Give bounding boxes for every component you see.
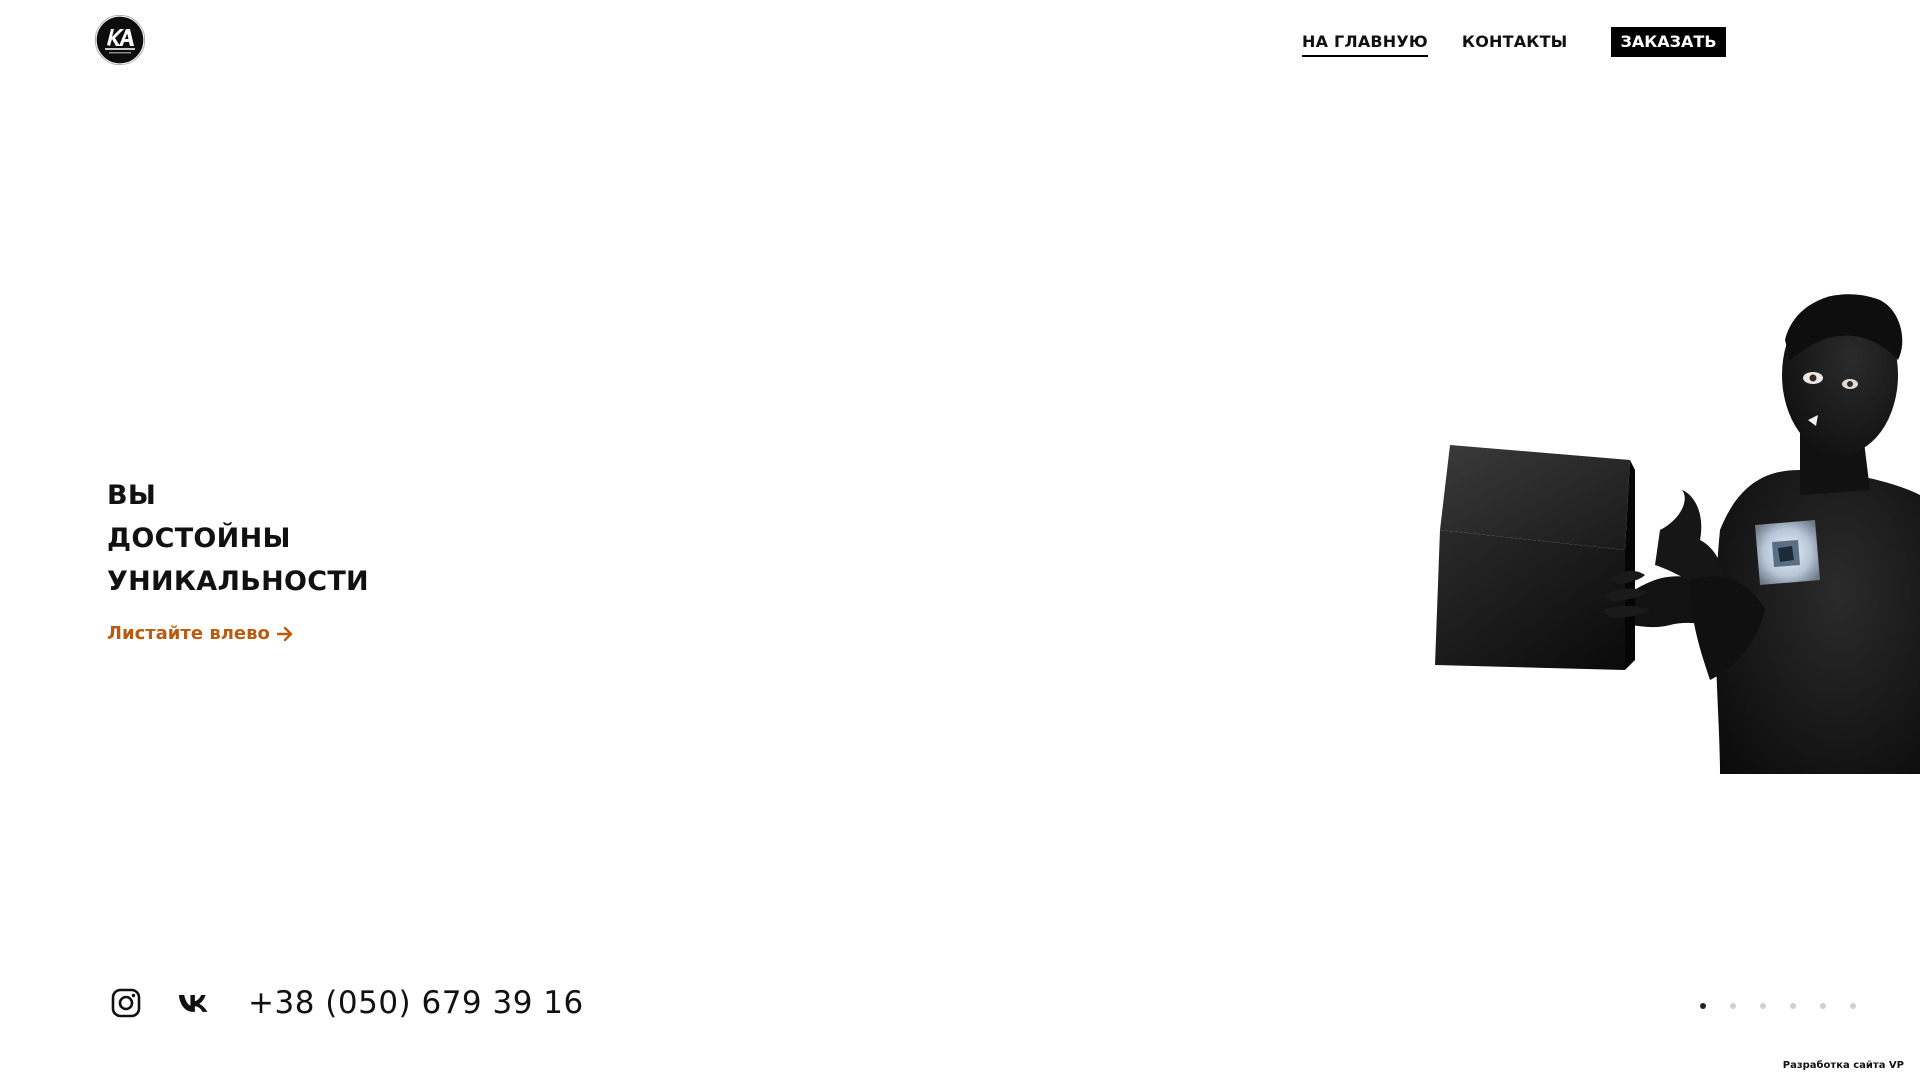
scroll-hint-label: Листайте влево [107,623,270,644]
nav-contacts-link[interactable]: КОНТАКТЫ [1462,29,1568,55]
order-button[interactable]: ЗАКАЗАТЬ [1611,27,1726,57]
slider-pagination [1700,1003,1856,1009]
logo-mark-icon [95,15,145,65]
phone-link[interactable]: +38 (050) 679 39 16 [248,985,584,1021]
slider-dot[interactable] [1730,1003,1736,1009]
nav-home-link[interactable]: НА ГЛАВНУЮ [1302,29,1428,57]
hero-line-2: ДОСТОЙНЫ [107,523,291,554]
arrow-right-icon [276,626,294,642]
slider-dot[interactable] [1790,1003,1796,1009]
developer-credit-link[interactable]: Разработка сайта VP [1783,1060,1904,1071]
hero-photo [1420,280,1920,774]
logo[interactable] [95,15,145,65]
slider-dot[interactable] [1820,1003,1826,1009]
scroll-hint-link[interactable]: Листайте влево [107,623,369,644]
body-art-figure-image [1420,280,1920,774]
hero-line-3: УНИКАЛЬНОСТИ [107,566,369,597]
slider-dot[interactable] [1850,1003,1856,1009]
slider-dot[interactable] [1700,1003,1706,1009]
hero-line-1: ВЫ [107,480,157,511]
hero-text: ВЫ ДОСТОЙНЫ УНИКАЛЬНОСТИ Листайте влево [107,474,369,644]
social-bar: +38 (050) 679 39 16 [110,985,584,1021]
vk-icon[interactable] [178,987,210,1019]
main-nav: НА ГЛАВНУЮ КОНТАКТЫ ЗАКАЗАТЬ [1302,27,1726,57]
page: НА ГЛАВНУЮ КОНТАКТЫ ЗАКАЗАТЬ ВЫ ДОСТОЙНЫ… [0,0,1920,1080]
instagram-icon[interactable] [110,987,142,1019]
slider-dot[interactable] [1760,1003,1766,1009]
